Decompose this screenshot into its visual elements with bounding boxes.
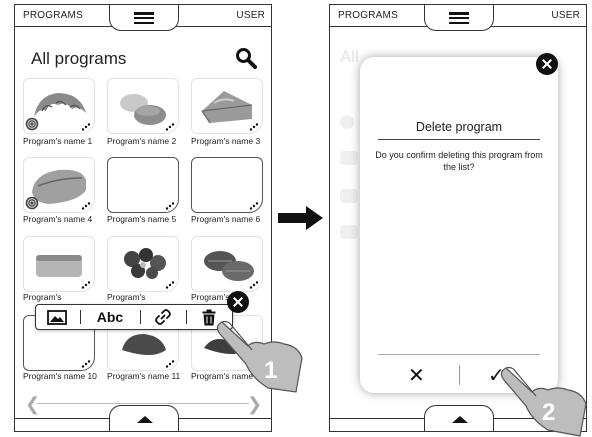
program-tile-1[interactable] [23,78,95,134]
arrow-right-icon [278,206,323,230]
more-dots-icon[interactable] [81,202,91,210]
menu-button[interactable] [109,5,179,31]
tab-user[interactable]: USER [551,10,580,21]
dialog-button-divider [459,365,460,385]
step-number-2: 2 [542,399,555,426]
tab-programs[interactable]: PROGRAMS [338,10,398,21]
dialog-divider [378,139,540,140]
program-label-6: Program's name 6 [191,214,261,224]
image-icon [47,309,67,325]
program-tile-7[interactable] [23,236,95,292]
program-tile-3[interactable] [191,78,263,134]
program-tile-4[interactable] [23,157,95,213]
top-bar: PROGRAMS USER [15,5,271,31]
dialog-footer-divider [378,354,540,355]
program-label-5: Program's name 5 [107,214,177,224]
dialog-message: Do you confirm deleting this program fro… [375,150,543,172]
program-label-2: Program's name 2 [107,136,177,146]
more-dots-icon[interactable] [165,281,175,289]
more-dots-icon[interactable] [81,360,91,368]
more-dots-icon[interactable] [165,360,175,368]
expand-up-button[interactable] [109,405,179,431]
program-label-4: Program's name 4 [23,214,93,224]
more-dots-icon[interactable] [81,123,91,131]
ghost-thumbnail [340,189,358,203]
toolbar-divider [186,310,187,324]
delete-program-dialog: Delete program Do you confirm deleting t… [360,57,558,393]
tab-user[interactable]: USER [236,10,265,21]
more-dots-icon[interactable] [165,202,175,210]
more-dots-icon[interactable] [165,123,175,131]
more-dots-icon[interactable] [249,281,259,289]
program-tile-6[interactable] [191,157,263,213]
close-dialog-button[interactable] [536,53,558,75]
image-button[interactable] [42,305,72,329]
spiral-badge-icon [25,117,39,131]
triangle-up-icon [452,416,468,423]
page-title: All programs [31,49,127,68]
more-dots-icon[interactable] [249,202,259,210]
ghost-title: All [340,47,359,66]
program-label-1: Program's name 1 [23,136,93,146]
program-tile-5[interactable] [107,157,179,213]
pointing-hand-icon: 1 [216,320,303,393]
cancel-button[interactable]: ✕ [408,363,425,388]
close-toolbar-button[interactable] [227,291,249,313]
menu-button[interactable] [424,5,494,31]
program-action-toolbar: Abc [35,304,233,330]
rename-button[interactable]: Abc [88,305,132,329]
more-dots-icon[interactable] [249,123,259,131]
bottom-bar [15,405,271,431]
program-tile-2[interactable] [107,78,179,134]
hamburger-icon [134,12,154,25]
link-button[interactable] [148,305,178,329]
top-bar: PROGRAMS USER [330,5,586,31]
ghost-thumbnail [340,115,354,129]
toolbar-divider [80,310,81,324]
expand-up-button[interactable] [424,405,494,431]
program-label-7: Program's [23,292,62,302]
hamburger-icon [449,12,469,25]
spiral-badge-icon [25,196,39,210]
search-icon[interactable] [235,47,257,69]
program-label-3: Program's name 3 [191,136,261,146]
scroll-track[interactable] [37,403,249,404]
program-tile-8[interactable] [107,236,179,292]
more-dots-icon[interactable] [81,281,91,289]
program-tile-9[interactable] [191,236,263,292]
step-number-1: 1 [264,357,277,384]
ghost-thumbnail [340,151,358,165]
program-label-10: Program's name 10 [23,371,97,381]
rename-label: Abc [96,309,124,325]
toolbar-divider [140,310,141,324]
triangle-up-icon [137,416,153,423]
link-icon [155,309,171,325]
pointing-hand-icon: 2 [500,366,587,437]
program-label-11: Program's name 11 [107,371,181,381]
tab-programs[interactable]: PROGRAMS [23,10,83,21]
ghost-thumbnail [340,225,358,239]
program-label-8: Program's [107,292,146,302]
dialog-title: Delete program [415,120,503,134]
